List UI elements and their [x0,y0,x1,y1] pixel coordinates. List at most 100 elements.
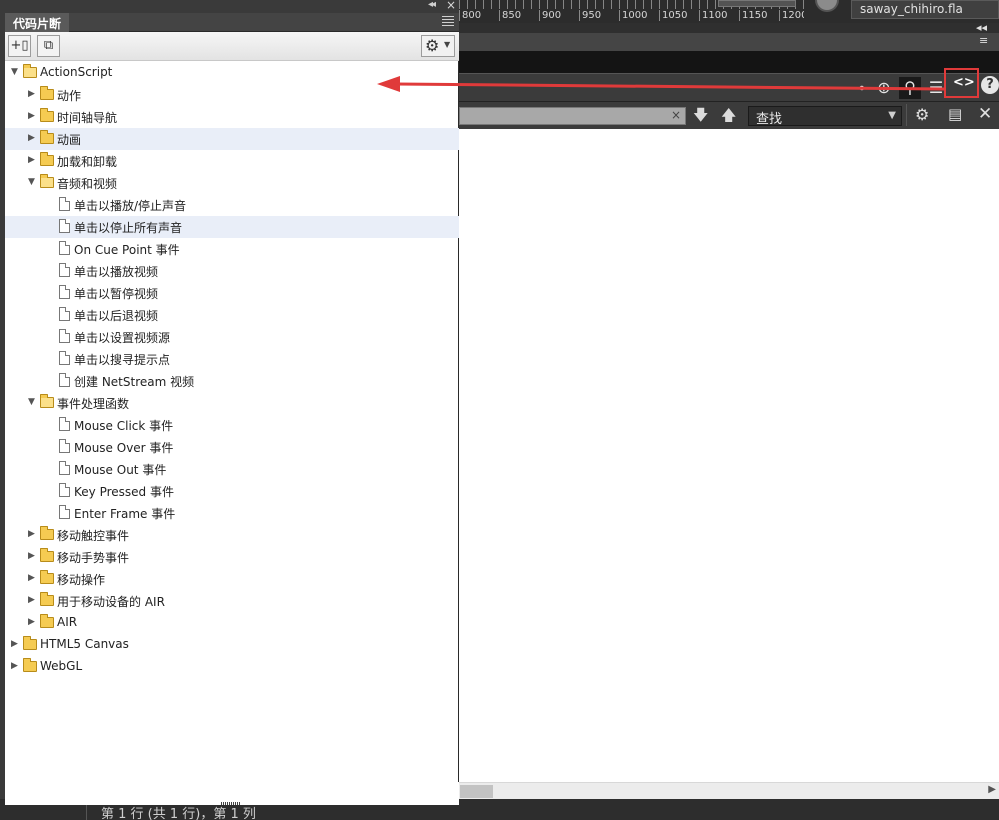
tree-snippet[interactable]: 单击以设置视频源 [5,326,459,348]
expanded-arrow-icon[interactable]: ▼ [28,177,35,187]
expanded-arrow-icon[interactable]: ▼ [28,397,35,407]
collapse-icon[interactable]: ◂◂ [428,0,436,10]
document-icon [59,263,70,277]
tree-folder[interactable]: ▶ HTML5 Canvas [5,634,459,656]
pin-icon[interactable]: ⊸ [847,77,869,99]
ruler-label: 1100 [699,10,739,21]
tree-snippet[interactable]: Mouse Out 事件 [5,458,459,480]
help-icon[interactable]: ? [981,76,999,94]
zoom-input[interactable] [718,0,796,7]
collapsed-arrow-icon[interactable]: ▶ [28,573,35,583]
document-tab[interactable]: saway_chihiro.fla [851,0,999,19]
folder-icon [40,108,54,122]
settings-icon[interactable]: ⚙ [915,105,929,124]
find-mode-select[interactable]: 查找 ▼ [748,106,902,127]
ruler-label: 800 [459,10,499,21]
tree-folder[interactable]: ▼ 音频和视频 [5,172,459,194]
scroll-right-icon[interactable]: ▶ [988,784,996,795]
tree-item-label: 用于移动设备的 AIR [57,595,165,609]
tree-item-label: WebGL [40,659,83,673]
tree-folder[interactable]: ▶ 移动触控事件 [5,524,459,546]
copy-to-clipboard-icon[interactable]: ⧉ [37,35,60,57]
tree-snippet[interactable]: 单击以后退视频 [5,304,459,326]
document-icon [59,461,70,475]
tree-item-label: 动画 [57,133,82,147]
tree-item-label: Mouse Over 事件 [74,441,174,455]
tree-folder[interactable]: ▼ 事件处理函数 [5,392,459,414]
tree-item-label: 创建 NetStream 视频 [74,375,195,389]
tree-snippet[interactable]: 单击以停止所有声音 [5,216,459,238]
add-to-frame-icon[interactable]: +▯ [8,35,31,57]
tree-item-label: ActionScript [40,65,113,79]
tree-folder[interactable]: ▶ 动画 [5,128,459,150]
tree-item-label: 时间轴导航 [57,111,118,125]
panel-title[interactable]: 代码片断 [5,13,70,32]
tree-snippet[interactable]: Enter Frame 事件 [5,502,459,524]
tree-folder[interactable]: ▶ 移动操作 [5,568,459,590]
tree-folder[interactable]: ▶ 用于移动设备的 AIR [5,590,459,612]
tree-folder[interactable]: ▼ ActionScript [5,62,459,84]
tree-folder[interactable]: ▶ 动作 [5,84,459,106]
tree-snippet[interactable]: 单击以暂停视频 [5,282,459,304]
tree-snippet[interactable]: Mouse Click 事件 [5,414,459,436]
menu-icon[interactable]: ≡ [979,34,988,47]
collapsed-arrow-icon[interactable]: ▶ [28,551,35,561]
options-button[interactable]: ⚙ ▼ [421,35,455,57]
collapsed-arrow-icon[interactable]: ▶ [11,639,18,649]
dropdown-caret-icon: ▼ [888,110,896,121]
tree-folder[interactable]: ▶ AIR [5,612,459,634]
collapsed-arrow-icon[interactable]: ▶ [28,617,35,627]
folder-icon [40,570,54,584]
code-editor[interactable] [459,129,999,782]
collapsed-arrow-icon[interactable]: ▶ [28,529,35,539]
collapsed-arrow-icon[interactable]: ▶ [28,89,35,99]
tree-folder[interactable]: ▶ 时间轴导航 [5,106,459,128]
snippets-tree: ▼ ActionScript ▶ 动作 ▶ 时间轴导航 ▶ 动画 ▶ 加载和卸载 ▼ 音频和视频 单击以… [5,62,459,782]
collapsed-arrow-icon[interactable]: ▶ [28,133,35,143]
options-list-icon[interactable]: ▤ [948,105,962,123]
resize-grip-icon[interactable] [221,802,241,805]
tree-item-label: 加载和卸载 [57,155,118,169]
scrollbar-thumb[interactable] [460,785,493,798]
tree-snippet[interactable]: 单击以搜寻提示点 [5,348,459,370]
expanded-arrow-icon[interactable]: ▼ [11,67,18,77]
ruler-label: 1150 [739,10,779,21]
tree-snippet[interactable]: 创建 NetStream 视频 [5,370,459,392]
find-input[interactable] [459,107,686,125]
tree-folder[interactable]: ▶ 加载和卸载 [5,150,459,172]
collapsed-arrow-icon[interactable]: ▶ [28,155,35,165]
panel-header-strip: ◂◂ × [5,0,459,13]
folder-icon [40,152,54,166]
tree-snippet[interactable]: Key Pressed 事件 [5,480,459,502]
tree-snippet[interactable]: 单击以播放/停止声音 [5,194,459,216]
tree-item-label: Enter Frame 事件 [74,507,176,521]
tree-item-label: AIR [57,615,78,629]
gear-icon: ⚙ [425,36,440,55]
tree-snippet[interactable]: Mouse Over 事件 [5,436,459,458]
folder-open-icon [40,394,54,408]
arrow-down-icon[interactable]: 🡇 [693,105,708,130]
collapsed-arrow-icon[interactable]: ▶ [11,661,18,671]
tree-folder[interactable]: ▶ 移动手势事件 [5,546,459,568]
tree-folder[interactable]: ▶ WebGL [5,656,459,678]
ruler-label: 950 [579,10,619,21]
close-icon[interactable]: × [446,0,456,12]
document-icon [59,351,70,365]
tree-snippet[interactable]: On Cue Point 事件 [5,238,459,260]
zoom-icon[interactable]: ⚲ [899,77,921,99]
tree-snippet[interactable]: 单击以播放视频 [5,260,459,282]
clear-icon[interactable]: × [671,108,681,122]
code-view-button[interactable]: <> [944,68,979,98]
arrow-up-icon[interactable]: 🡅 [721,105,736,130]
collapsed-arrow-icon[interactable]: ▶ [28,111,35,121]
tree-item-label: 移动触控事件 [57,529,130,543]
target-icon[interactable]: ⊕ [873,77,895,99]
tree-item-label: 单击以播放视频 [74,265,159,279]
tree-item-label: Mouse Out 事件 [74,463,167,477]
close-icon[interactable]: ✕ [978,104,992,124]
horizontal-scrollbar[interactable]: ▶ [459,782,999,799]
collapsed-arrow-icon[interactable]: ▶ [28,595,35,605]
document-icon [59,439,70,453]
panel-menu-icon[interactable] [442,16,454,28]
ruler-label: 850 [499,10,539,21]
